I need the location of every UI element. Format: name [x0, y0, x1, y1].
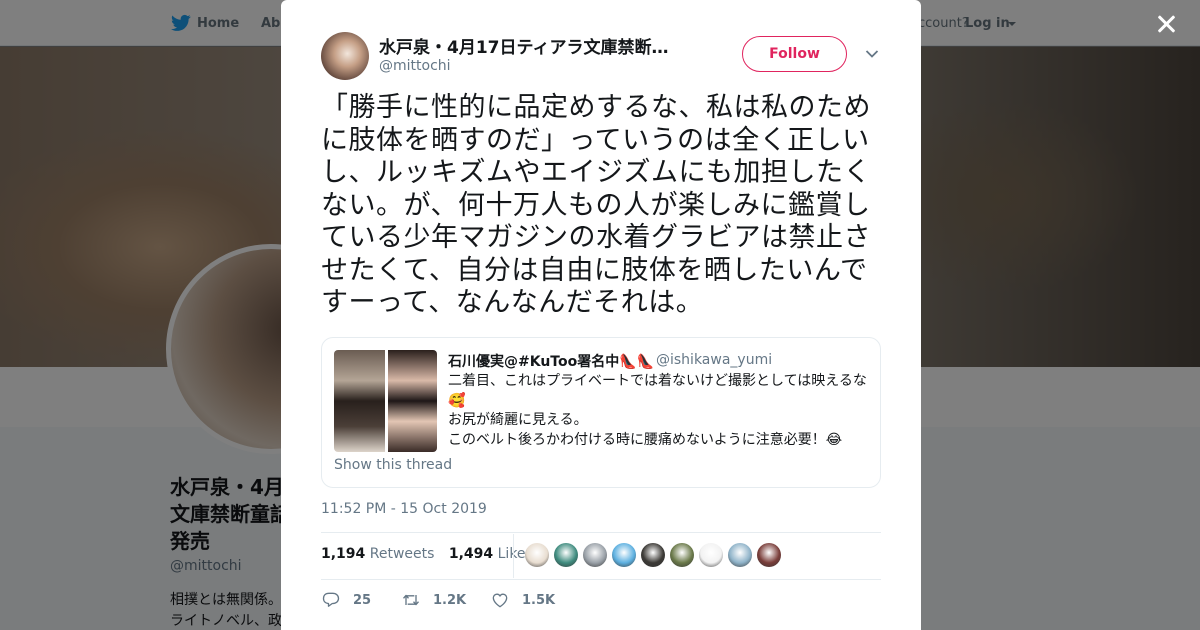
tweet-timestamp[interactable]: 11:52 PM - 15 Oct 2019	[321, 501, 487, 517]
quoted-photo-2[interactable]	[388, 350, 437, 452]
divider	[513, 534, 514, 578]
liker-avatars	[525, 543, 786, 567]
tweet-text: 「勝手に性的に品定めするな、私は私のために肢体を晒すのだ」っていうのは全く正しい…	[321, 92, 871, 318]
reply-icon	[322, 592, 340, 607]
retweet-icon	[402, 594, 420, 606]
like-count: 1.5K	[522, 592, 556, 608]
liker-avatar[interactable]	[612, 543, 636, 567]
like-button[interactable]: 1.5K	[490, 590, 555, 610]
author-name[interactable]: 水戸泉・4月17日ティアラ文庫禁断…	[379, 33, 689, 58]
author-avatar[interactable]	[321, 32, 369, 80]
quoted-tweet[interactable]: 石川優実@#KuToo署名中👠👠 @ishikawa_yumi 二着目、これはプ…	[321, 337, 881, 488]
reply-count: 25	[353, 592, 372, 608]
retweets-stat[interactable]: 1,194 Retweets	[321, 546, 434, 562]
author-handle[interactable]: @mittochi	[379, 58, 451, 74]
tweet-actions: 25 1.2K 1.5K	[321, 590, 555, 610]
liker-avatar[interactable]	[699, 543, 723, 567]
tweet-stats: 1,194 Retweets 1,494 Likes	[321, 546, 533, 562]
chevron-down-icon[interactable]	[865, 49, 879, 59]
quoted-author-handle: @ishikawa_yumi	[656, 352, 773, 368]
likes-stat[interactable]: 1,494 Likes	[449, 546, 533, 562]
heart-icon	[492, 593, 508, 608]
liker-avatar[interactable]	[583, 543, 607, 567]
tweet-modal: 水戸泉・4月17日ティアラ文庫禁断… @mittochi Follow 「勝手に…	[281, 0, 921, 630]
liker-avatar[interactable]	[525, 543, 549, 567]
liker-avatar[interactable]	[757, 543, 781, 567]
divider	[321, 579, 881, 580]
liker-avatar[interactable]	[641, 543, 665, 567]
quoted-text: 二着目、これはプライベートでは着ないけど撮影としては映えるな🥰 お尻が綺麗に見え…	[448, 373, 867, 448]
retweet-button[interactable]: 1.2K	[401, 590, 490, 610]
show-thread-link[interactable]: Show this thread	[334, 457, 452, 473]
reply-button[interactable]: 25	[321, 590, 401, 610]
retweet-count: 1.2K	[433, 592, 467, 608]
close-icon[interactable]	[1152, 10, 1180, 38]
quoted-photo-1[interactable]	[334, 350, 385, 452]
quoted-author-name: 石川優実@#KuToo署名中👠👠	[448, 354, 655, 370]
divider	[321, 532, 881, 533]
follow-button[interactable]: Follow	[742, 36, 847, 72]
liker-avatar[interactable]	[728, 543, 752, 567]
liker-avatar[interactable]	[554, 543, 578, 567]
liker-avatar[interactable]	[670, 543, 694, 567]
